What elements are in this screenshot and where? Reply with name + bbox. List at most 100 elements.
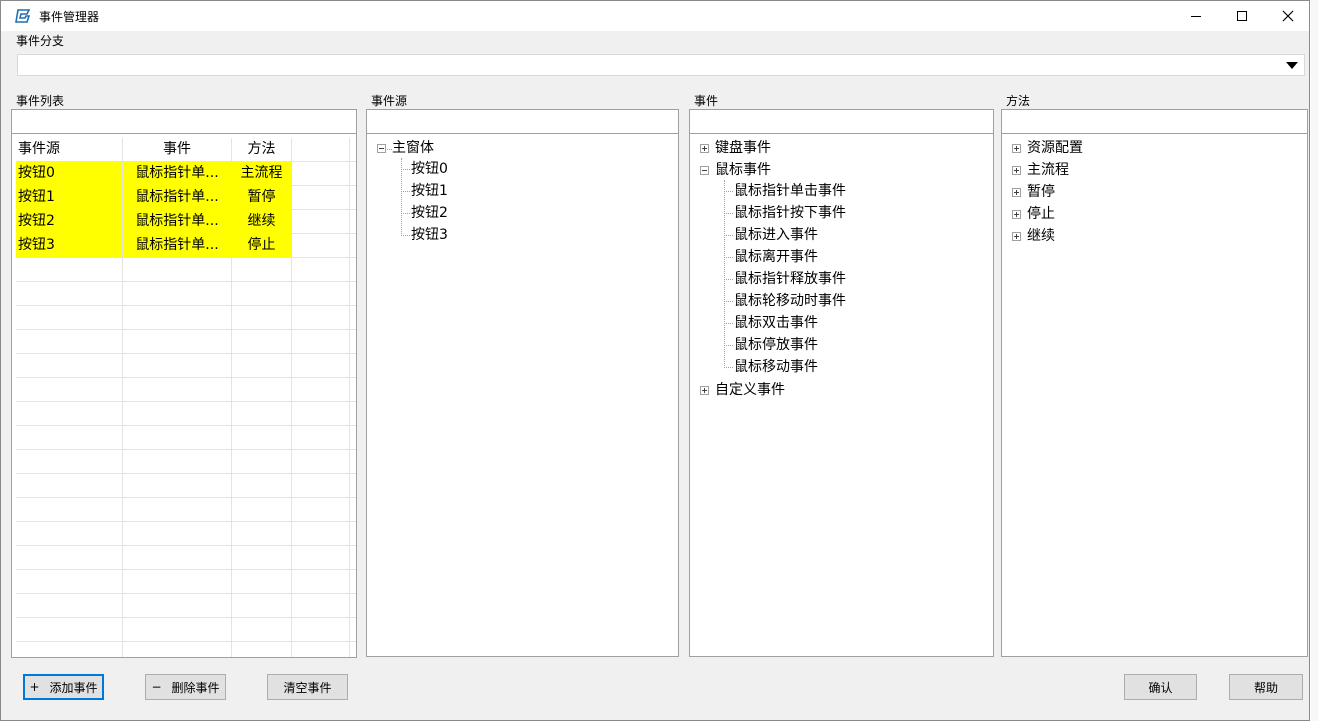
tree-node-button-2[interactable]: 按钮2 (411, 203, 448, 223)
empty-row (16, 354, 356, 378)
branch-dropdown[interactable] (17, 54, 1305, 76)
methods-panel: 资源配置 主流程 暂停 停止 继续 (1001, 109, 1308, 657)
tree-node-mouse-double-click[interactable]: 鼠标双击事件 (734, 313, 818, 333)
empty-cell (123, 426, 232, 450)
empty-row (16, 282, 356, 306)
column-header-method[interactable]: 方法 (232, 138, 292, 162)
tree-node-mouse-enter[interactable]: 鼠标进入事件 (734, 225, 818, 245)
tree-node-stop[interactable]: 停止 (1027, 204, 1055, 224)
empty-row (16, 498, 356, 522)
empty-cell (123, 330, 232, 354)
empty-cell (123, 522, 232, 546)
delete-event-button[interactable]: − 删除事件 (145, 674, 226, 700)
expand-toggle-icon[interactable] (1012, 210, 1021, 219)
dropdown-arrow-icon[interactable] (1286, 62, 1298, 69)
cell-method[interactable]: 停止 (232, 234, 292, 258)
empty-cell (16, 546, 123, 570)
empty-cell (292, 402, 350, 426)
empty-cell (16, 642, 123, 657)
collapse-toggle-icon[interactable] (700, 166, 709, 175)
table-row[interactable]: 按钮1 鼠标指针单... 暂停 (16, 186, 356, 210)
event-source-filter-input[interactable] (367, 110, 678, 134)
event-list-filter-input[interactable] (12, 110, 356, 134)
tree-node-main-window[interactable]: 主窗体 (392, 138, 434, 158)
tree-node-continue[interactable]: 继续 (1027, 226, 1055, 246)
tree-node-mouse-wheel[interactable]: 鼠标轮移动时事件 (734, 291, 846, 311)
window-title: 事件管理器 (39, 10, 100, 24)
table-row[interactable]: 按钮3 鼠标指针单... 停止 (16, 234, 356, 258)
empty-cell (16, 378, 123, 402)
cell-method[interactable]: 主流程 (232, 162, 292, 186)
empty-row (16, 258, 356, 282)
cell-event[interactable]: 鼠标指针单... (123, 162, 232, 186)
empty-cell (232, 354, 292, 378)
methods-filter-input[interactable] (1002, 110, 1307, 134)
cell-source[interactable]: 按钮3 (16, 234, 123, 258)
expand-toggle-icon[interactable] (700, 386, 709, 395)
close-button[interactable] (1265, 1, 1311, 31)
maximize-button[interactable] (1219, 1, 1265, 31)
tree-node-mouse-events[interactable]: 鼠标事件 (715, 160, 771, 180)
table-row[interactable]: 按钮2 鼠标指针单... 继续 (16, 210, 356, 234)
empty-cell (16, 354, 123, 378)
tree-node-mouse-down[interactable]: 鼠标指针按下事件 (734, 203, 846, 223)
tree-node-pause[interactable]: 暂停 (1027, 182, 1055, 202)
empty-cell (123, 282, 232, 306)
tree-node-custom-events[interactable]: 自定义事件 (715, 380, 785, 400)
cell-method[interactable]: 继续 (232, 210, 292, 234)
tree-node-mouse-click[interactable]: 鼠标指针单击事件 (734, 181, 846, 201)
cell-source[interactable]: 按钮2 (16, 210, 123, 234)
expand-toggle-icon[interactable] (1012, 188, 1021, 197)
table-row[interactable]: 按钮0 鼠标指针单... 主流程 (16, 162, 356, 186)
tree-node-button-0[interactable]: 按钮0 (411, 159, 448, 179)
empty-cell (232, 450, 292, 474)
cell-event[interactable]: 鼠标指针单... (123, 234, 232, 258)
cell-source[interactable]: 按钮0 (16, 162, 123, 186)
tree-node-mouse-move[interactable]: 鼠标移动事件 (734, 357, 818, 377)
tree-node-resource-config[interactable]: 资源配置 (1027, 138, 1083, 158)
column-header-source[interactable]: 事件源 (16, 138, 123, 162)
clear-events-button[interactable]: 清空事件 (267, 674, 348, 700)
confirm-button[interactable]: 确认 (1124, 674, 1197, 700)
tree-node-keyboard-events[interactable]: 键盘事件 (715, 138, 771, 158)
expand-toggle-icon[interactable] (1012, 166, 1021, 175)
grid-header-row: 事件源 事件 方法 (16, 138, 356, 162)
add-event-button[interactable]: + 添加事件 (23, 674, 104, 700)
event-list-panel: 事件源 事件 方法 按钮0 鼠标指针单... 主流程 按钮1 鼠标指针单... … (11, 109, 357, 658)
cell-source[interactable]: 按钮1 (16, 186, 123, 210)
cell-event[interactable]: 鼠标指针单... (123, 186, 232, 210)
expand-toggle-icon[interactable] (1012, 232, 1021, 241)
empty-cell (16, 426, 123, 450)
events-filter-input[interactable] (690, 110, 993, 134)
tree-node-mouse-up[interactable]: 鼠标指针释放事件 (734, 269, 846, 289)
tree-node-button-1[interactable]: 按钮1 (411, 181, 448, 201)
cell-blank (292, 234, 350, 258)
event-manager-window: 事件管理器 事件分支 事件列表 事件源 事件 方法 按钮0 鼠标指针单... 主… (0, 0, 1310, 721)
collapse-toggle-icon[interactable] (377, 144, 386, 153)
help-button[interactable]: 帮助 (1229, 674, 1303, 700)
empty-row (16, 450, 356, 474)
minimize-icon (1191, 15, 1201, 17)
delete-event-label: 删除事件 (171, 680, 220, 695)
empty-cell (16, 594, 123, 618)
expand-toggle-icon[interactable] (700, 144, 709, 153)
empty-cell (232, 642, 292, 657)
minimize-button[interactable] (1173, 1, 1219, 31)
cell-method[interactable]: 暂停 (232, 186, 292, 210)
tree-node-mouse-leave[interactable]: 鼠标离开事件 (734, 247, 818, 267)
tree-node-mouse-hover[interactable]: 鼠标停放事件 (734, 335, 818, 355)
cell-event[interactable]: 鼠标指针单... (123, 210, 232, 234)
column-header-event[interactable]: 事件 (123, 138, 232, 162)
add-event-label: 添加事件 (49, 680, 98, 695)
empty-cell (123, 258, 232, 282)
tree-node-main-flow[interactable]: 主流程 (1027, 160, 1069, 180)
empty-cell (292, 354, 350, 378)
empty-cell (123, 642, 232, 657)
empty-cell (123, 378, 232, 402)
expand-toggle-icon[interactable] (1012, 144, 1021, 153)
tree-node-button-3[interactable]: 按钮3 (411, 225, 448, 245)
branch-label: 事件分支 (16, 34, 65, 48)
empty-cell (292, 306, 350, 330)
events-tree: 键盘事件 鼠标事件 鼠标指针单击事件 鼠标指针按下事件 鼠标进入事件 鼠标离开事… (690, 138, 993, 656)
title-bar[interactable]: 事件管理器 (1, 1, 1309, 31)
